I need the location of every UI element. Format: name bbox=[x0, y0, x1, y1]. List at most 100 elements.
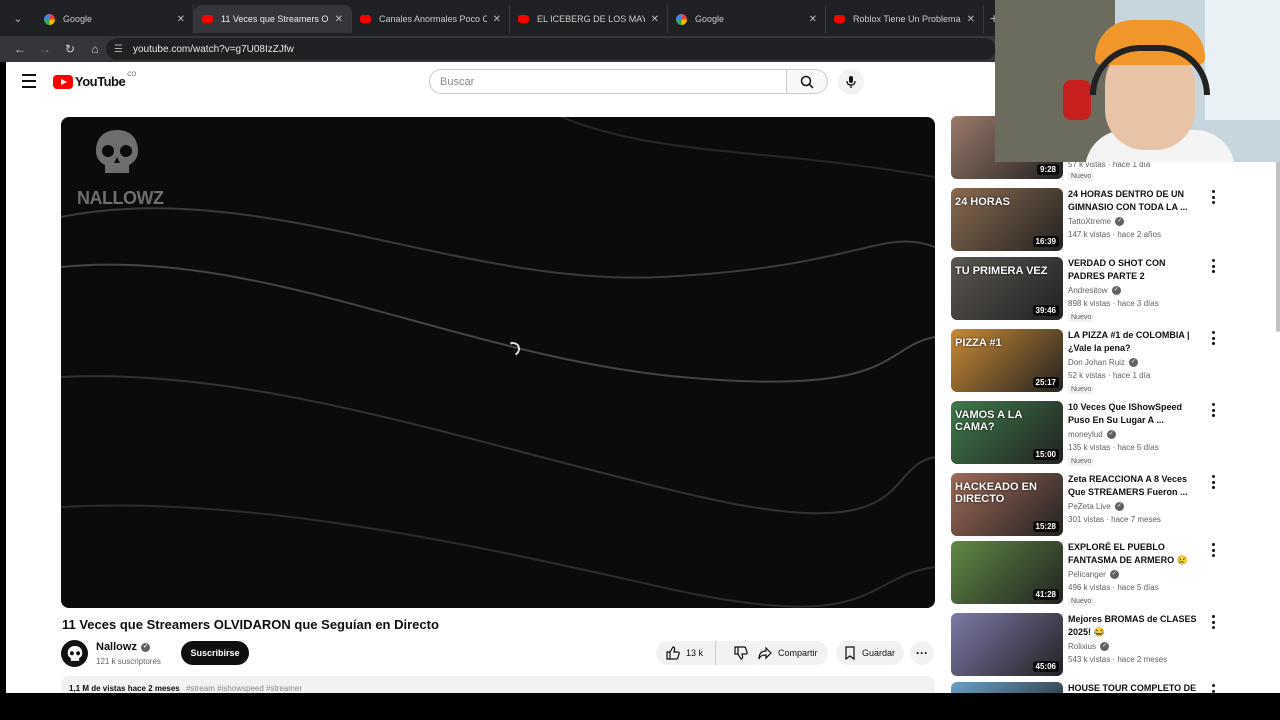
recommendation-item[interactable]: 24 HORAS 16:39 24 HORAS DENTRO DE UN GIMNA… bbox=[951, 188, 1271, 252]
search-button[interactable] bbox=[787, 69, 828, 94]
more-vertical-icon[interactable] bbox=[1208, 543, 1218, 557]
channel-avatar[interactable] bbox=[61, 640, 88, 667]
close-tab-icon[interactable]: ✕ bbox=[335, 14, 343, 25]
close-tab-icon[interactable]: ✕ bbox=[809, 14, 817, 25]
recommendation-channel-row[interactable]: Don Johan Ruiz ✓ bbox=[1068, 358, 1138, 367]
recommendation-item[interactable]: 45:06 Mejores BROMAS de CLASES 2025! 😂 Rol… bbox=[951, 613, 1271, 677]
video-thumbnail[interactable]: HACKEADO EN DIRECTO 15:28 bbox=[951, 473, 1063, 536]
address-bar[interactable]: ☰ youtube.com/watch?v=g7U08IzZJfw bbox=[106, 38, 996, 60]
video-thumbnail[interactable]: TU PRIMERA VEZ 39:46 bbox=[951, 257, 1063, 320]
video-player[interactable]: NALLOWZ bbox=[61, 117, 935, 608]
thumbnail-text: TU PRIMERA VEZ bbox=[955, 265, 1048, 277]
recommendation-title[interactable]: LA PIZZA #1 de COLOMBIA | ¿Vale la pena? bbox=[1068, 329, 1203, 355]
browser-tab[interactable]: Canales Anormales Poco Conoc ✕ bbox=[352, 5, 510, 33]
browser-tab[interactable]: 11 Veces que Streamers OLVID ✕ bbox=[194, 5, 352, 33]
close-tab-icon[interactable]: ✕ bbox=[967, 14, 975, 25]
more-vertical-icon[interactable] bbox=[1208, 615, 1218, 629]
browser-tab[interactable]: Google ✕ bbox=[36, 5, 194, 33]
video-thumbnail[interactable]: 24 HORAS 16:39 bbox=[951, 188, 1063, 251]
video-thumbnail[interactable]: PIZZA #1 25:17 bbox=[951, 329, 1063, 392]
recommendation-item[interactable]: HOUSE TOUR COMPLETO DE bbox=[951, 682, 1271, 693]
close-tab-icon[interactable]: ✕ bbox=[651, 14, 659, 25]
recommendation-channel[interactable]: TattoXtreme bbox=[1068, 217, 1111, 226]
new-badge: Nuevo bbox=[1068, 313, 1095, 322]
more-actions-button[interactable]: ··· bbox=[910, 641, 934, 665]
channel-name[interactable]: Nallowz bbox=[96, 641, 137, 653]
page-scrollbar[interactable] bbox=[1276, 132, 1280, 332]
menu-icon[interactable] bbox=[22, 74, 36, 88]
recommendation-channel[interactable]: moneylud bbox=[1068, 430, 1103, 439]
close-tab-icon[interactable]: ✕ bbox=[177, 14, 185, 25]
recommendation-item[interactable]: TU PRIMERA VEZ 39:46 VERDAD O SHOT CON PAD… bbox=[951, 257, 1271, 322]
video-title: 11 Veces que Streamers OLVIDARON que Seg… bbox=[62, 617, 439, 632]
recommendation-channel-row[interactable]: Rolixius ✓ bbox=[1068, 642, 1110, 651]
more-vertical-icon[interactable] bbox=[1208, 475, 1218, 489]
browser-tab[interactable]: Google ✕ bbox=[668, 5, 826, 33]
video-thumbnail[interactable]: 45:06 bbox=[951, 613, 1063, 676]
share-button[interactable]: Compartir bbox=[750, 641, 828, 665]
home-icon[interactable]: ⌂ bbox=[83, 37, 107, 61]
recommendation-item[interactable]: HACKEADO EN DIRECTO 15:28 Zeta REACCIONA A… bbox=[951, 473, 1271, 537]
recommendation-channel-row[interactable]: Pelicanger ✓ bbox=[1068, 570, 1119, 579]
video-thumbnail[interactable]: VAMOS A LA CAMA? 15:00 bbox=[951, 401, 1063, 464]
new-badge: Nuevo bbox=[1068, 385, 1095, 394]
recommendation-channel-row[interactable]: Andresitow ✓ bbox=[1068, 286, 1121, 295]
recommendation-channel[interactable]: PeZeta Live bbox=[1068, 502, 1111, 511]
recommendation-channel[interactable]: Andresitow bbox=[1068, 286, 1108, 295]
browser-tab[interactable]: EL ICEBERG DE LOS MAYORES I ✕ bbox=[510, 5, 668, 33]
recommendation-item[interactable]: PIZZA #1 25:17 LA PIZZA #1 de COLOMBIA | ¿… bbox=[951, 329, 1271, 394]
recommendation-meta: 147 k vistas · hace 2 años bbox=[1068, 230, 1161, 239]
voice-search-button[interactable] bbox=[838, 69, 864, 95]
duration-badge: 39:46 bbox=[1032, 305, 1059, 316]
thumbnail-text: PIZZA #1 bbox=[955, 337, 1002, 349]
more-vertical-icon[interactable] bbox=[1208, 684, 1218, 693]
more-vertical-icon[interactable] bbox=[1208, 331, 1218, 345]
recommendation-channel-row[interactable]: moneylud ✓ bbox=[1068, 430, 1116, 439]
skull-icon bbox=[96, 130, 138, 173]
recommendation-title[interactable]: HOUSE TOUR COMPLETO DE bbox=[1068, 682, 1203, 693]
recommendation-channel[interactable]: Rolixius bbox=[1068, 642, 1096, 651]
channel-watermark: NALLOWZ bbox=[77, 127, 164, 209]
recommendation-channel[interactable]: Pelicanger bbox=[1068, 570, 1106, 579]
forward-arrow-icon[interactable]: → bbox=[33, 37, 57, 61]
recommendation-item[interactable]: VAMOS A LA CAMA? 15:00 10 Veces Que IShowS… bbox=[951, 401, 1271, 466]
youtube-logo[interactable]: YouTube CO bbox=[53, 72, 136, 89]
recommendation-title[interactable]: Mejores BROMAS de CLASES 2025! 😂 bbox=[1068, 613, 1203, 639]
recommendation-title[interactable]: VERDAD O SHOT CON PADRES PARTE 2 ANDRESI… bbox=[1068, 257, 1203, 283]
subscribe-button[interactable]: Suscribirse bbox=[181, 641, 249, 665]
recommendation-meta: 52 k vistas · hace 1 día bbox=[1068, 371, 1151, 380]
url-text: youtube.com/watch?v=g7U08IzZJfw bbox=[132, 43, 294, 55]
video-thumbnail[interactable]: 41:28 bbox=[951, 541, 1063, 604]
google-icon bbox=[44, 13, 55, 25]
logo-text: YouTube bbox=[75, 74, 126, 89]
recommendation-item[interactable]: 41:28 EXPLORÉ EL PUEBLO FANTASMA DE ARMER… bbox=[951, 541, 1271, 606]
recommendation-channel-row[interactable]: PeZeta Live ✓ bbox=[1068, 502, 1124, 511]
more-vertical-icon[interactable] bbox=[1208, 190, 1218, 204]
recommendation-title[interactable]: 24 HORAS DENTRO DE UN GIMNASIO CON TODA … bbox=[1068, 188, 1203, 214]
video-thumbnail[interactable] bbox=[951, 682, 1063, 693]
recommendation-channel-row[interactable]: TattoXtreme ✓ bbox=[1068, 217, 1125, 226]
recommendation-title[interactable]: Zeta REACCIONA A 8 Veces Que STREAMERS F… bbox=[1068, 473, 1203, 499]
save-button[interactable]: Guardar bbox=[836, 641, 904, 665]
browser-tab[interactable]: Roblox Tiene Un Problema Asq ✕ bbox=[826, 5, 984, 33]
site-settings-icon[interactable]: ☰ bbox=[114, 44, 123, 55]
recommendation-title[interactable]: 10 Veces Que IShowSpeed Puso En Su Lugar… bbox=[1068, 401, 1203, 427]
recommendation-channel[interactable]: Don Johan Ruiz bbox=[1068, 358, 1125, 367]
verified-icon: ✓ bbox=[1115, 217, 1125, 226]
more-vertical-icon[interactable] bbox=[1208, 403, 1218, 417]
like-button[interactable]: 13 k bbox=[656, 641, 716, 665]
reload-icon[interactable]: ↻ bbox=[58, 37, 82, 61]
tab-search-chevron-icon[interactable]: ⌄ bbox=[0, 0, 36, 36]
search-input[interactable]: Buscar bbox=[429, 69, 787, 94]
hashtags[interactable]: #stream #ishowspeed #streamer bbox=[186, 684, 302, 693]
back-arrow-icon[interactable]: ← bbox=[8, 37, 32, 61]
tab-title: EL ICEBERG DE LOS MAYORES I bbox=[537, 14, 645, 24]
duration-badge: 15:28 bbox=[1032, 521, 1059, 532]
new-badge: Nuevo bbox=[1068, 597, 1095, 606]
recommendation-title[interactable]: EXPLORÉ EL PUEBLO FANTASMA DE ARMERO 😢 bbox=[1068, 541, 1203, 567]
more-vertical-icon[interactable] bbox=[1208, 259, 1218, 273]
channel-name-row[interactable]: Nallowz ✓ bbox=[96, 641, 150, 653]
close-tab-icon[interactable]: ✕ bbox=[493, 14, 501, 25]
description-box[interactable]: 1,1 M de vistas hace 2 meses #stream #is… bbox=[61, 676, 935, 693]
bottom-bar bbox=[0, 693, 1280, 720]
